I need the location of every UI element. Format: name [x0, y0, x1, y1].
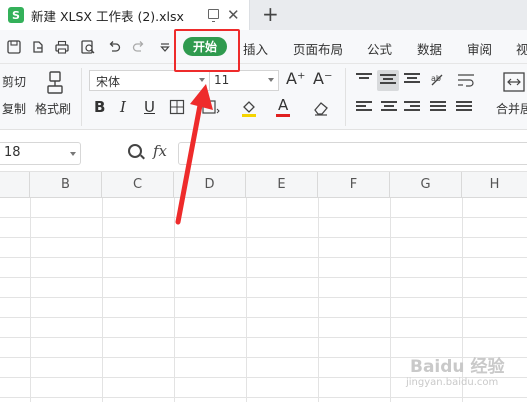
font-name-value: 宋体 [96, 75, 121, 89]
tab-data[interactable]: 数据 [417, 39, 442, 58]
name-box[interactable]: 18 [0, 142, 81, 165]
menu-bar: 开始 插入 页面布局 公式 数据 审阅 视 [0, 30, 527, 64]
print-preview-icon[interactable] [80, 39, 96, 55]
tab-bar: S 新建 XLSX 工作表 (2).xlsx ✕ + [0, 0, 527, 30]
watermark-title: Baidu 经验 [410, 357, 505, 377]
tab-formulas[interactable]: 公式 [367, 39, 392, 58]
align-center-icon[interactable] [381, 101, 397, 115]
justify-icon[interactable] [430, 101, 446, 115]
column-header-a[interactable] [0, 172, 30, 198]
tab-page-layout[interactable]: 页面布局 [293, 39, 343, 58]
column-header-e[interactable]: E [246, 172, 318, 198]
format-painter-label[interactable]: 格式刷 [35, 100, 71, 117]
clear-format-icon[interactable] [312, 99, 332, 117]
pin-window-icon[interactable] [208, 9, 219, 22]
highlight-box [174, 29, 240, 72]
font-size-value: 11 [214, 73, 230, 87]
underline-button[interactable]: U [144, 98, 155, 116]
chevron-down-icon [199, 78, 205, 82]
decrease-font-button[interactable]: A⁻ [313, 69, 332, 88]
export-icon[interactable] [30, 39, 46, 55]
undo-icon[interactable] [106, 39, 122, 55]
column-header-g[interactable]: G [390, 172, 462, 198]
column-header-c[interactable]: C [102, 172, 174, 198]
font-color-button[interactable]: A [278, 96, 288, 114]
bold-button[interactable]: B [94, 98, 105, 116]
chevron-down-icon [70, 152, 76, 156]
merge-center-label[interactable]: 合并居 [496, 100, 527, 117]
fill-color-icon[interactable] [240, 98, 260, 118]
svg-text:ab: ab [431, 74, 441, 83]
home-ribbon: 剪切 复制 格式刷 宋体 11 A⁺ A⁻ B I U A ab 合并居 [0, 64, 527, 130]
new-tab-button[interactable]: + [262, 3, 279, 25]
tab-view[interactable]: 视 [516, 39, 527, 58]
distribute-icon[interactable] [456, 101, 472, 115]
column-header-b[interactable]: B [30, 172, 102, 198]
tab-review[interactable]: 审阅 [467, 39, 492, 58]
font-color-swatch [276, 114, 290, 117]
tab-insert[interactable]: 插入 [243, 39, 268, 58]
document-tab[interactable]: S 新建 XLSX 工作表 (2).xlsx ✕ [0, 0, 250, 30]
formula-input[interactable] [178, 142, 527, 165]
wrap-text-icon[interactable] [456, 72, 476, 88]
customize-toolbar-icon[interactable] [157, 39, 173, 55]
increase-font-button[interactable]: A⁺ [286, 69, 305, 88]
format-painter-icon[interactable] [44, 70, 66, 96]
chevron-down-icon [268, 78, 274, 82]
align-right-icon[interactable] [404, 101, 420, 115]
wps-spreadsheet-icon: S [8, 7, 24, 23]
ribbon-divider [81, 68, 82, 126]
ribbon-divider [345, 68, 346, 126]
fill-style-icon[interactable] [201, 99, 221, 117]
align-left-icon[interactable] [356, 101, 372, 115]
column-header-h[interactable]: H [462, 172, 527, 198]
cut-button[interactable]: 剪切 [2, 73, 26, 90]
font-size-select[interactable]: 11 [209, 70, 279, 91]
print-icon[interactable] [54, 39, 70, 55]
merge-center-icon[interactable] [502, 70, 526, 94]
italic-button[interactable]: I [120, 98, 126, 116]
close-tab-icon[interactable]: ✕ [227, 6, 240, 24]
save-icon[interactable] [6, 39, 22, 55]
font-name-select[interactable]: 宋体 [89, 70, 210, 91]
watermark-url: jingyan.baidu.com [406, 377, 499, 388]
document-title: 新建 XLSX 工作表 (2).xlsx [31, 8, 184, 24]
zoom-icon[interactable] [128, 144, 142, 158]
formula-bar: 18 fx [0, 130, 527, 172]
column-header-d[interactable]: D [174, 172, 246, 198]
borders-icon[interactable] [169, 99, 185, 115]
align-top-icon[interactable] [356, 73, 372, 87]
align-bottom-icon[interactable] [404, 73, 420, 87]
text-orientation-icon[interactable]: ab [430, 72, 448, 88]
insert-function-button[interactable]: fx [153, 142, 167, 160]
column-header-f[interactable]: F [318, 172, 390, 198]
baidu-watermark: Baidu 经验 jingyan.baidu.com [404, 352, 514, 392]
copy-button[interactable]: 复制 [2, 100, 26, 117]
redo-icon[interactable] [131, 39, 147, 55]
align-middle-icon[interactable] [377, 70, 399, 91]
name-box-value: 18 [4, 145, 21, 160]
